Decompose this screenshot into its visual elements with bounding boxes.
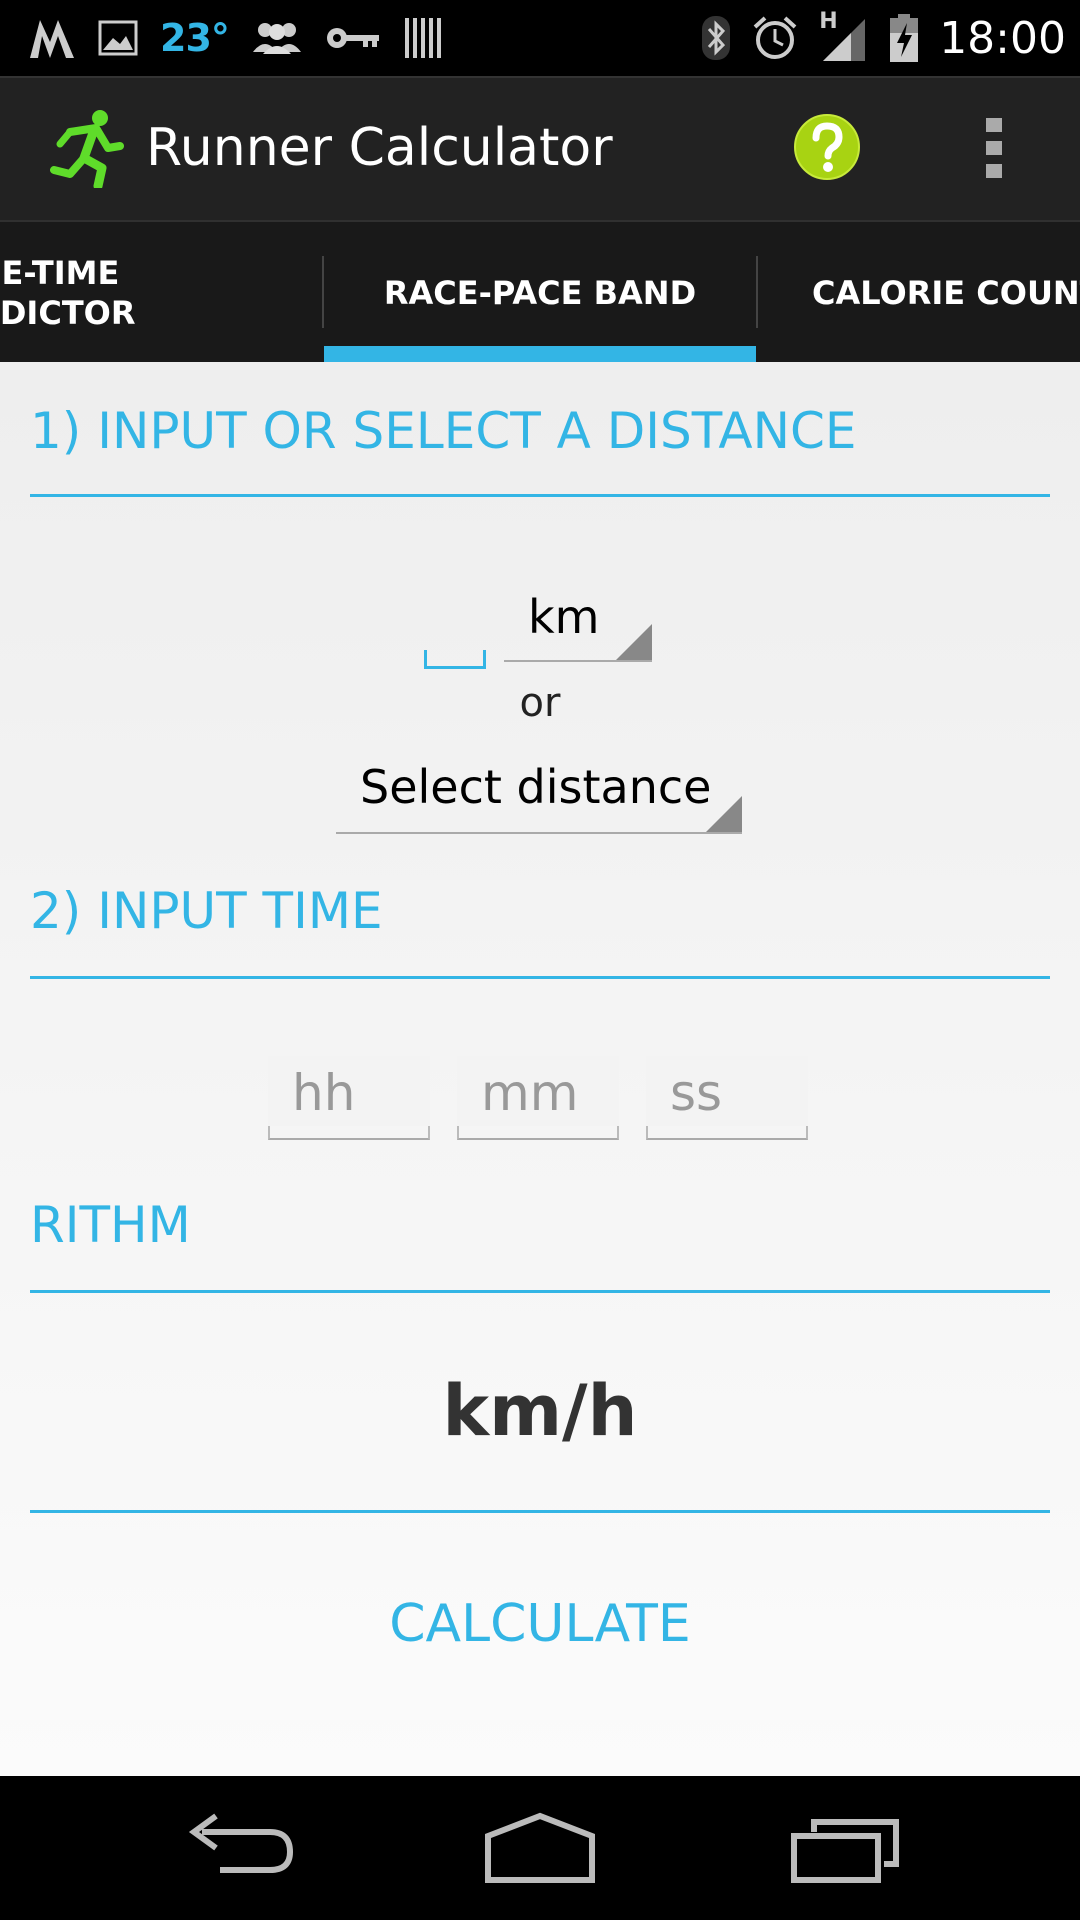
gallery-icon [98, 20, 138, 56]
app-title: Runner Calculator [146, 118, 613, 178]
clock-label: 18:00 [939, 12, 1066, 64]
minutes-input[interactable] [459, 1056, 617, 1130]
distance-section-title: 1) INPUT OR SELECT A DISTANCE [30, 402, 857, 460]
navigation-bar [0, 1776, 1080, 1920]
overflow-menu-icon[interactable] [980, 116, 1010, 180]
tab-race-pace-band[interactable]: RACE-PACE BAND [324, 222, 756, 364]
tab-label: CE-TIME EDICTOR [0, 254, 136, 332]
tab-divider [756, 256, 758, 328]
bluetooth-icon [702, 16, 731, 60]
seconds-field-wrapper [646, 1056, 808, 1140]
section-divider [30, 1290, 1050, 1293]
dropdown-corner-icon [706, 796, 742, 832]
recents-icon[interactable] [786, 1806, 906, 1890]
time-section-title: 2) INPUT TIME [30, 882, 383, 940]
section-divider [30, 1510, 1050, 1513]
section-divider [30, 494, 1050, 497]
tab-strip: CE-TIME EDICTOR RACE-PACE BAND CALORIE C… [0, 220, 1080, 364]
speed-result-unit: km/h [442, 1370, 638, 1452]
people-icon [252, 23, 301, 54]
alarm-icon [753, 16, 797, 59]
hours-input[interactable] [270, 1056, 428, 1130]
battery-charging-icon [890, 14, 919, 62]
back-icon[interactable] [180, 1806, 300, 1890]
section-divider [30, 976, 1050, 979]
status-bar: 23° H 18:00 [0, 0, 1080, 76]
select-distance-spinner[interactable]: Select distance [336, 754, 742, 834]
calculate-button[interactable]: CALCULATE [300, 1574, 780, 1674]
tab-calorie-counter[interactable]: CALORIE COUNT [812, 222, 1080, 364]
unit-spinner[interactable]: km [504, 584, 652, 662]
help-icon[interactable] [794, 114, 860, 180]
seconds-input[interactable] [648, 1056, 806, 1130]
barcode-icon [404, 18, 441, 58]
tab-label: RACE-PACE BAND [383, 274, 697, 312]
home-icon[interactable] [480, 1806, 600, 1890]
runner-icon [50, 110, 124, 188]
or-label: or [519, 680, 561, 726]
temperature-label: 23° [160, 16, 230, 60]
action-bar: Runner Calculator [0, 76, 1080, 222]
tab-race-time-predictor[interactable]: CE-TIME EDICTOR [0, 222, 298, 364]
hours-field-wrapper [268, 1056, 430, 1140]
dropdown-corner-icon [616, 624, 652, 660]
minutes-field-wrapper [457, 1056, 619, 1140]
content-area: 1) INPUT OR SELECT A DISTANCE km or Sele… [0, 362, 1080, 1776]
rhythm-section-title: RITHM [30, 1196, 191, 1254]
signal-icon: H [819, 9, 869, 63]
distance-input[interactable] [424, 650, 486, 669]
select-distance-value: Select distance [360, 760, 712, 814]
unit-spinner-value: km [528, 590, 600, 644]
m-app-icon [30, 20, 74, 58]
key-icon [326, 28, 379, 48]
tab-label: CALORIE COUNT [812, 274, 1080, 312]
